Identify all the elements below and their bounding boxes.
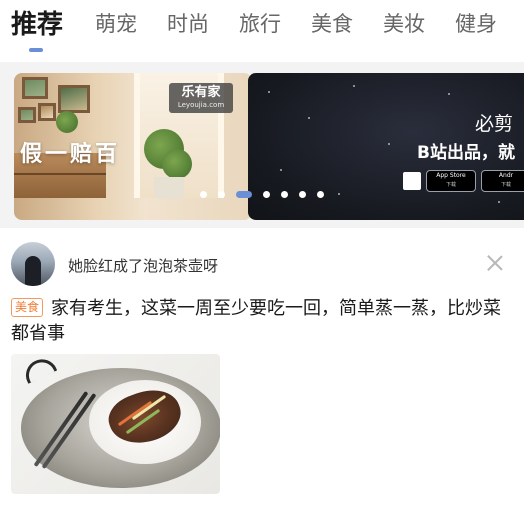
tab-recommend[interactable]: 推荐 bbox=[11, 4, 63, 41]
star-dot bbox=[498, 201, 500, 203]
carousel-dot[interactable] bbox=[200, 191, 207, 198]
banner-slide-leyoujia[interactable]: 乐有家 Leyoujia.com 假一赔百 bbox=[14, 73, 252, 220]
banner-slide-bijian[interactable]: 必剪 B站出品，就 App Store 下载 Andr 下载 bbox=[248, 73, 524, 220]
category-tabs: 推荐 萌宠 时尚 旅行 美食 美妆 健身 bbox=[0, 0, 524, 62]
active-tab-indicator bbox=[29, 48, 43, 52]
plant-pot bbox=[154, 177, 184, 199]
star-dot bbox=[308, 117, 310, 119]
carousel-dot[interactable] bbox=[317, 191, 324, 198]
star-dot bbox=[448, 93, 450, 95]
wall-picture bbox=[58, 85, 90, 113]
post-image[interactable] bbox=[11, 354, 220, 494]
android-download-button[interactable]: Andr 下载 bbox=[481, 170, 524, 192]
star-dot bbox=[268, 91, 270, 93]
star-dot bbox=[280, 169, 282, 171]
app-store-button[interactable]: App Store 下载 bbox=[426, 170, 476, 192]
brand-name: 乐有家 bbox=[181, 85, 221, 100]
leyoujia-logo: 乐有家 Leyoujia.com bbox=[169, 83, 233, 113]
wall-picture bbox=[22, 77, 48, 99]
banner-headline: 必剪 bbox=[475, 113, 514, 135]
carousel-dot[interactable] bbox=[299, 191, 306, 198]
brand-url: Leyoujia.com bbox=[177, 101, 225, 109]
wall-picture bbox=[38, 103, 56, 121]
tab-fitness[interactable]: 健身 bbox=[455, 8, 497, 38]
category-tag: 美食 bbox=[11, 298, 44, 317]
author-name[interactable]: 她脸红成了泡泡茶壶呀 bbox=[68, 255, 218, 276]
tab-fashion[interactable]: 时尚 bbox=[167, 8, 209, 38]
carousel-dot-active[interactable] bbox=[236, 191, 252, 198]
plant-illustration bbox=[162, 149, 192, 179]
tab-pets[interactable]: 萌宠 bbox=[95, 8, 137, 38]
tab-makeup[interactable]: 美妆 bbox=[383, 8, 425, 38]
close-icon[interactable] bbox=[485, 253, 505, 273]
banner-headline: 假一赔百 bbox=[20, 141, 121, 167]
app-icon bbox=[403, 172, 421, 190]
banner-subline: B站出品，就 bbox=[417, 143, 515, 163]
star-dot bbox=[388, 143, 390, 145]
carousel-dot[interactable] bbox=[218, 191, 225, 198]
star-dot bbox=[338, 193, 340, 195]
star-dot bbox=[353, 85, 355, 87]
banner-carousel: 乐有家 Leyoujia.com 假一赔百 必剪 B站出品，就 App Stor… bbox=[0, 62, 524, 228]
plant-illustration bbox=[56, 111, 78, 133]
tab-food[interactable]: 美食 bbox=[311, 8, 353, 38]
tray-handle bbox=[20, 354, 58, 384]
post-title[interactable]: 家有考生，这菜一周至少要吃一回，简单蒸一蒸，比炒菜都省事 bbox=[11, 296, 516, 346]
wall-picture bbox=[18, 107, 36, 123]
feed-card[interactable]: 她脸红成了泡泡茶壶呀 家有考生，这菜一周至少要吃一回，简单蒸一蒸，比炒菜都省事 … bbox=[0, 228, 524, 509]
carousel-dot[interactable] bbox=[281, 191, 288, 198]
tab-travel[interactable]: 旅行 bbox=[239, 8, 281, 38]
avatar[interactable] bbox=[11, 242, 55, 286]
carousel-dot[interactable] bbox=[263, 191, 270, 198]
